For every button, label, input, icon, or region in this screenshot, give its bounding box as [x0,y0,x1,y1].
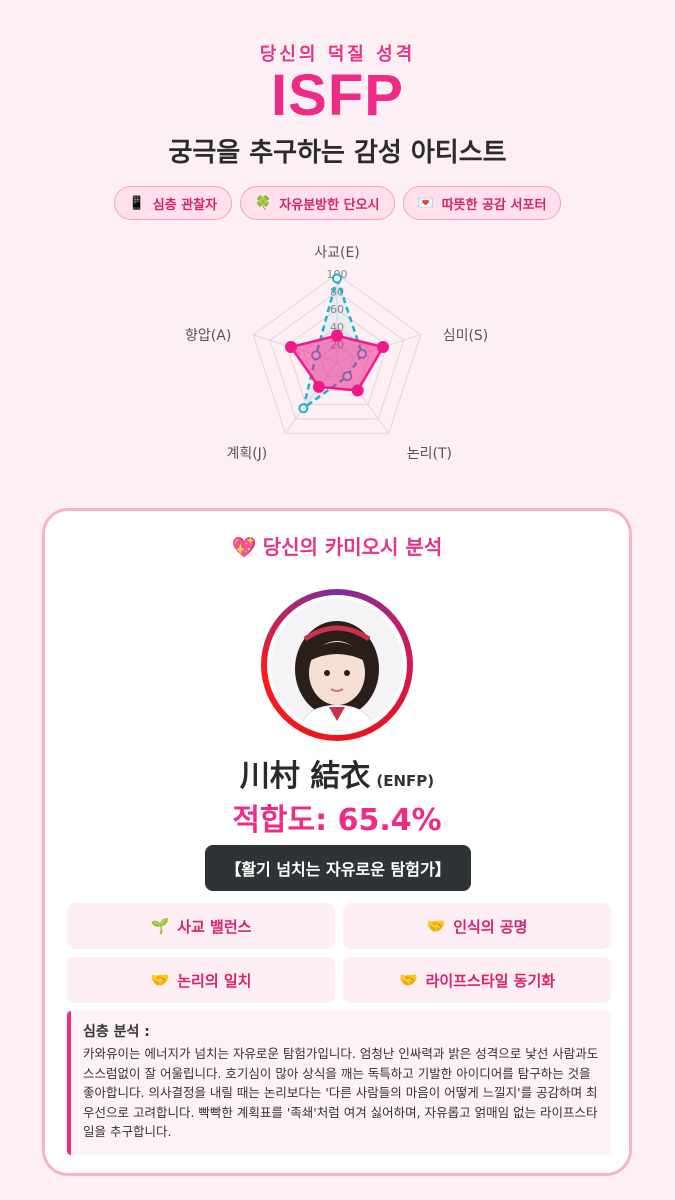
compat-item-perception: 🤝 인식의 공명 [343,903,611,949]
compat-item-label: 논리의 일치 [177,971,252,990]
radar-axis-label: 사교(E) [314,245,360,261]
love-letter-icon: 💌 [417,195,434,211]
match-rate: 적합도: 65.4% [232,803,442,838]
deep-analysis: 심층 분석 : 카와유이는 에너지가 넘치는 자유로운 탐험가입니다. 엄청난 … [67,1011,611,1155]
radar-axis-label: 논리(T) [407,446,452,462]
avatar-ring [261,589,413,741]
oshi-title-badge: 【활기 넘치는 자유로운 탐험가】 [205,845,471,891]
radar-user-point [331,329,343,342]
radar-user-point [351,384,364,397]
analysis-heading: 심층 분석 : [83,1024,150,1040]
trait-tag-label: 따뜻한 공감 서포터 [441,197,547,213]
radar-axis-label: 심미(S) [443,328,489,344]
seedling-icon: 🌱 [150,917,170,935]
avatar-portrait [271,599,403,731]
compat-item-social-balance: 🌱 사교 밸런스 [67,903,335,949]
clover-icon: 🍀 [255,195,272,211]
handshake-icon: 🤝 [150,971,170,989]
card-title-text: 당신의 카미오시 분석 [262,535,443,559]
compat-item-label: 라이프스타일 동기화 [425,971,556,990]
radar-user-point [284,341,297,354]
compat-item-label: 인식의 공명 [453,917,528,936]
compat-item-lifestyle: 🤝 라이프스타일 동기화 [343,957,611,1003]
oshi-name: 川村 結衣 (ENFP) [45,751,629,795]
handshake-icon: 🤝 [398,971,418,989]
trait-tag-free-spirit: 🍀 자유분방한 단오시 [240,186,395,220]
kamioshi-analysis-card: 💖 당신의 카미오시 분석 川村 結衣 (ENFP) 적합도: 65.4% 【활기 … [42,508,632,1176]
oshi-name-text: 川村 結衣 [239,759,371,794]
radar-axis-label: 계획(J) [226,446,267,462]
trait-tag-observer: 📱 심층 관찰자 [113,186,233,220]
trait-tag-label: 심층 관찰자 [152,197,218,213]
compat-item-logic: 🤝 논리의 일치 [67,957,335,1003]
radar-oshi-point [332,273,342,284]
radar-chart: 10080604020사교(E)심미(S)논리(T)계획(J)향압(A) [160,245,520,500]
trait-tags: 📱 심층 관찰자 🍀 자유분방한 단오시 💌 따뜻한 공감 서포터 [0,186,675,220]
radar-user-point [377,341,390,354]
trait-tag-label: 자유분방한 단오시 [279,197,380,213]
radar-chart-svg: 10080604020사교(E)심미(S)논리(T)계획(J)향압(A) [185,245,489,462]
radar-user-series [288,334,385,392]
card-title: 💖 당신의 카미오시 분석 [45,531,629,560]
trait-tag-supporter: 💌 따뜻한 공감 서포터 [402,186,562,220]
personality-description: 궁극을 추구하는 감성 아티스트 [168,138,507,168]
radar-oshi-point [298,403,309,414]
sparkling-heart-icon: 💖 [231,535,257,559]
compat-grid: 🌱 사교 밸런스 🤝 인식의 공명 🤝 논리의 일치 🤝 라이프스타일 동기화 [67,903,611,1003]
avatar [267,595,407,735]
radar-axis-label: 향압(A) [185,328,231,344]
analysis-text: 카와유이는 에너지가 넘치는 자유로운 탐험가입니다. 엄청난 인싸력과 밝은 … [83,1046,599,1139]
oshi-mbti: (ENFP) [376,772,435,790]
personality-type: ISFP [271,63,404,128]
handshake-icon: 🤝 [426,917,446,935]
phone-icon: 📱 [128,195,145,211]
radar-user-point [312,380,325,393]
compat-item-label: 사교 밸런스 [177,917,252,936]
